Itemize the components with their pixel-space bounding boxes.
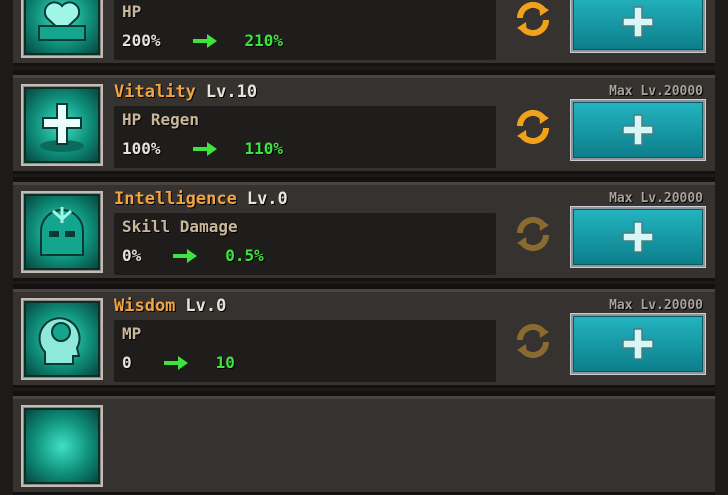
stat-icon-frame — [21, 298, 103, 380]
effect-label: MP — [122, 324, 142, 343]
arrow-right-icon — [173, 248, 198, 263]
effect-label: HP — [122, 2, 142, 21]
holy-cross-icon — [24, 87, 100, 163]
arrow-right-icon — [192, 141, 217, 156]
plus-button-face — [573, 209, 703, 265]
stat-row-next — [13, 391, 715, 495]
effect-values: 200% 210% — [122, 31, 283, 50]
upgrade-plus-button[interactable] — [570, 206, 706, 268]
effect-values: 0 10 — [122, 353, 235, 372]
upgrade-plus-button[interactable] — [570, 0, 706, 53]
effect-values: 100% 110% — [122, 139, 283, 158]
plus-icon — [622, 328, 654, 360]
current-value: 200% — [122, 31, 161, 50]
plus-icon — [622, 6, 654, 38]
cycle-arrows-icon[interactable] — [512, 213, 554, 255]
stat-row-vitality: Vitality Lv.10 Max Lv.20000 HP Regen 100%… — [13, 70, 715, 174]
stat-level: Lv.0 — [185, 296, 227, 316]
stat-effect-panel: Skill Damage 0% 0.5% — [114, 213, 496, 275]
plus-button-face — [573, 102, 703, 158]
current-value: 100% — [122, 139, 161, 158]
next-value: 210% — [244, 31, 284, 50]
stat-title: Wisdom Lv.0 — [114, 295, 226, 317]
arrow-right-icon — [192, 33, 217, 48]
heart-armor-icon — [24, 0, 100, 55]
stat-name: Vitality — [114, 82, 196, 102]
stat-effect-panel: MP 0 10 — [114, 320, 496, 382]
stat-effect-panel: HP Regen 100% 110% — [114, 106, 496, 168]
max-level-label: Max Lv.20000 — [609, 84, 703, 99]
effect-label: Skill Damage — [122, 217, 238, 236]
next-value: 110% — [244, 139, 284, 158]
teal-icon — [24, 408, 100, 484]
stat-row-intelligence: Intelligence Lv.0 Max Lv.20000 Skill Dama… — [13, 177, 715, 281]
stat-icon-frame — [21, 191, 103, 273]
cycle-arrows-icon[interactable] — [512, 320, 554, 362]
stat-title: Vitality Lv.10 — [114, 81, 257, 103]
stat-row-wisdom: Wisdom Lv.0 Max Lv.20000 MP 0 10 — [13, 284, 715, 388]
plus-icon — [622, 114, 654, 146]
cycle-arrows-icon[interactable] — [512, 106, 554, 148]
stat-name: Intelligence — [114, 189, 237, 209]
cycle-arrows-icon[interactable] — [512, 0, 554, 40]
effect-label: HP Regen — [122, 110, 200, 129]
next-value: 0.5% — [225, 246, 264, 265]
upgrade-plus-button[interactable] — [570, 99, 706, 161]
current-value: 0 — [122, 353, 132, 372]
stat-icon-frame — [21, 84, 103, 166]
arrow-right-icon — [163, 355, 188, 370]
stat-effect-panel: HP 200% 210% — [114, 0, 496, 60]
stat-icon-frame — [21, 0, 103, 58]
max-level-label: Max Lv.20000 — [609, 191, 703, 206]
stat-name: Wisdom — [114, 296, 176, 316]
stat-icon-frame — [21, 405, 103, 487]
plus-button-face — [573, 316, 703, 372]
current-value: 0% — [122, 246, 142, 265]
effect-values: 0% 0.5% — [122, 246, 264, 265]
stat-level: Lv.0 — [246, 189, 288, 209]
plus-icon — [622, 221, 654, 253]
brain-head-icon — [24, 301, 100, 377]
max-level-label: Max Lv.20000 — [609, 298, 703, 313]
stat-title: Intelligence Lv.0 — [114, 188, 288, 210]
next-value: 10 — [215, 353, 235, 372]
upgrade-plus-button[interactable] — [570, 313, 706, 375]
ornate-helmet-icon — [24, 194, 100, 270]
stat-row-hp: HP 200% 210% — [13, 0, 715, 66]
plus-button-face — [573, 0, 703, 50]
stat-level: Lv.10 — [205, 82, 258, 102]
